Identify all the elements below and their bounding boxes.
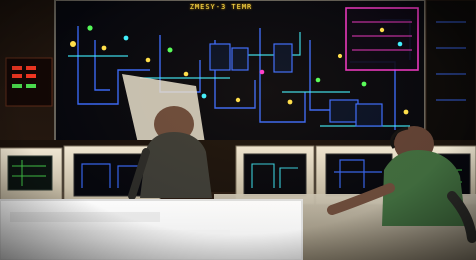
panel-title: ZMESY-3 TEMR (189, 3, 253, 11)
control-room-illustration (0, 0, 476, 260)
control-room-photo: ZMESY-3 TEMR (0, 0, 476, 260)
